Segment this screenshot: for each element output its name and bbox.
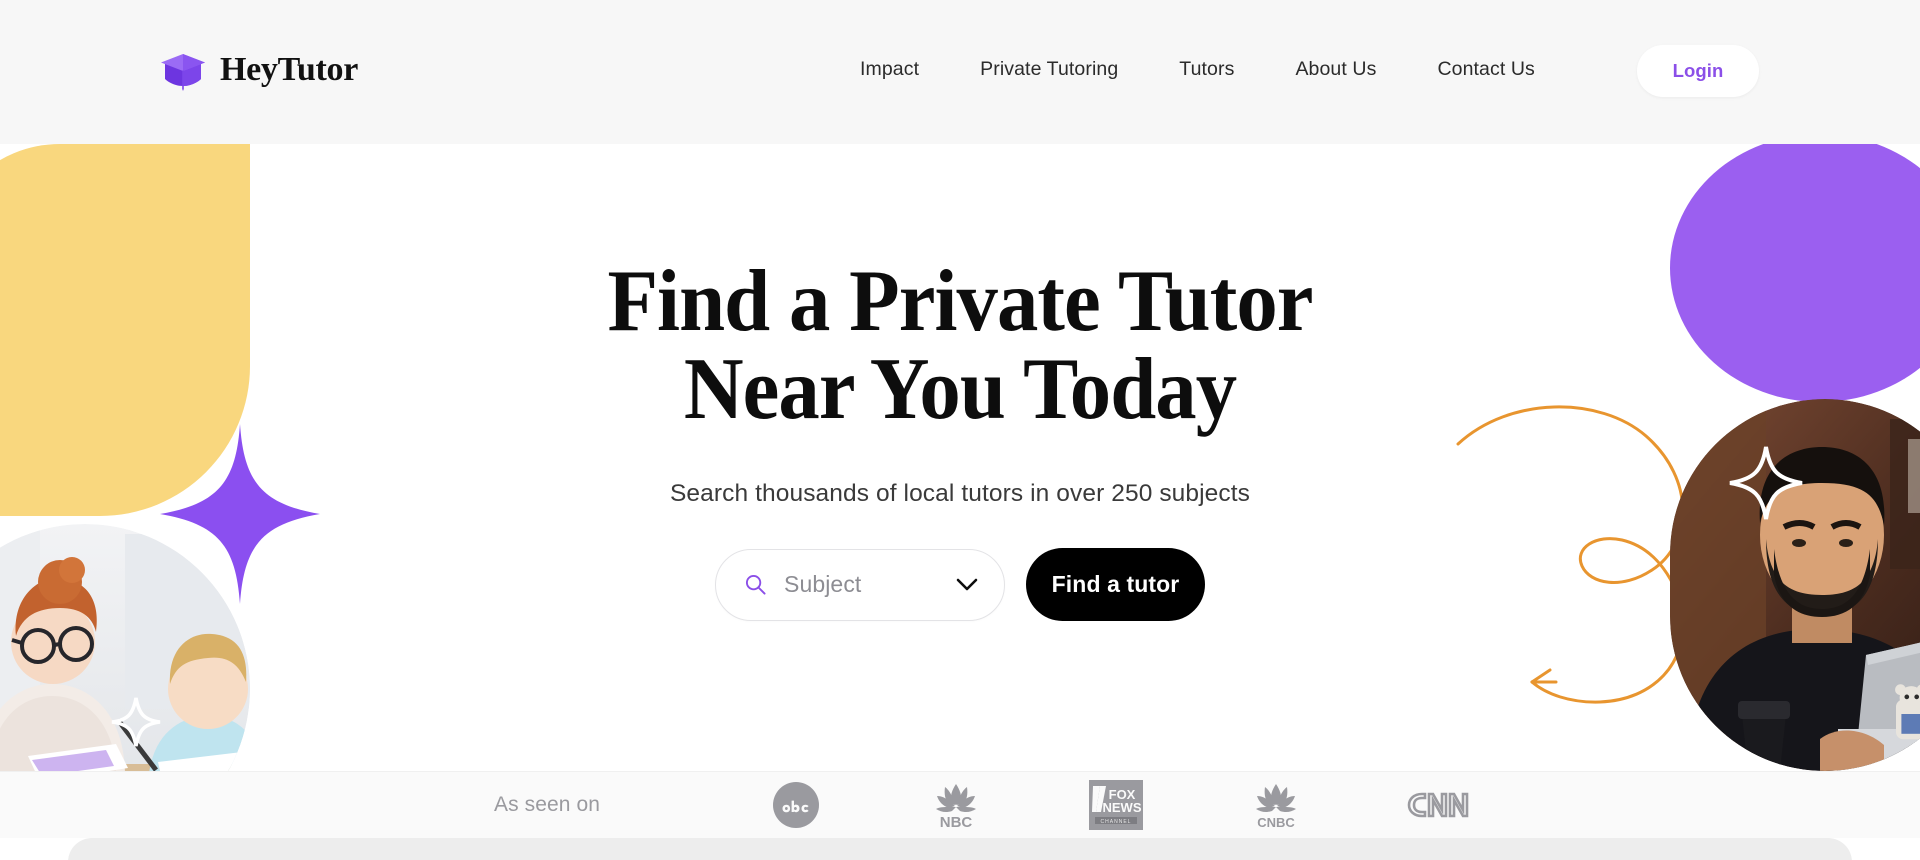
find-a-tutor-button[interactable]: Find a tutor xyxy=(1026,548,1205,621)
search-icon xyxy=(745,574,766,595)
nav-item-contact-us[interactable]: Contact Us xyxy=(1437,58,1534,81)
nav-item-private-tutoring[interactable]: Private Tutoring xyxy=(980,58,1118,81)
headline-line-2: Near You Today xyxy=(683,341,1237,438)
hero-search-row: Subject Find a tutor xyxy=(0,548,1920,621)
svg-text:NEWS: NEWS xyxy=(1103,800,1142,815)
hero-content: Find a Private Tutor Near You Today Sear… xyxy=(0,144,1920,621)
as-seen-on-label: As seen on xyxy=(494,793,601,816)
abc-logo xyxy=(716,782,876,828)
svg-text:NBC: NBC xyxy=(940,814,973,830)
main-nav: Impact Private Tutoring Tutors About Us … xyxy=(860,58,1535,81)
site-header: HeyTutor Impact Private Tutoring Tutors … xyxy=(0,0,1920,144)
cnn-logo xyxy=(1356,785,1516,825)
page-root: HeyTutor Impact Private Tutoring Tutors … xyxy=(0,0,1920,860)
svg-text:CHANNEL: CHANNEL xyxy=(1101,819,1132,825)
cnbc-logo: CNBC xyxy=(1196,780,1356,830)
login-button-label: Login xyxy=(1672,60,1724,81)
graduation-cap-icon xyxy=(161,54,205,91)
nav-item-about-us[interactable]: About Us xyxy=(1295,58,1376,81)
headline-line-1: Find a Private Tutor xyxy=(607,253,1313,350)
nav-item-impact[interactable]: Impact xyxy=(860,58,919,81)
nbc-logo: NBC xyxy=(876,780,1036,830)
svg-text:CNBC: CNBC xyxy=(1257,815,1295,830)
page-title: Find a Private Tutor Near You Today xyxy=(58,258,1863,434)
next-section-panel xyxy=(68,838,1852,860)
fox-news-logo: FOX NEWS CHANNEL xyxy=(1036,780,1196,830)
brand-name: HeyTutor xyxy=(220,51,359,88)
login-button[interactable]: Login xyxy=(1637,45,1759,97)
subject-select[interactable]: Subject xyxy=(715,548,1005,621)
brand-logo[interactable]: HeyTutor xyxy=(160,48,358,92)
chevron-down-icon[interactable] xyxy=(956,578,978,591)
subject-select-placeholder: Subject xyxy=(784,571,862,597)
hero-section: Find a Private Tutor Near You Today Sear… xyxy=(0,144,1920,771)
hero-subtitle: Search thousands of local tutors in over… xyxy=(669,480,1251,507)
nav-item-tutors[interactable]: Tutors xyxy=(1179,58,1234,81)
as-seen-on-strip: As seen on NBC FOX NEWS CHANNEL CNBC xyxy=(0,771,1920,838)
